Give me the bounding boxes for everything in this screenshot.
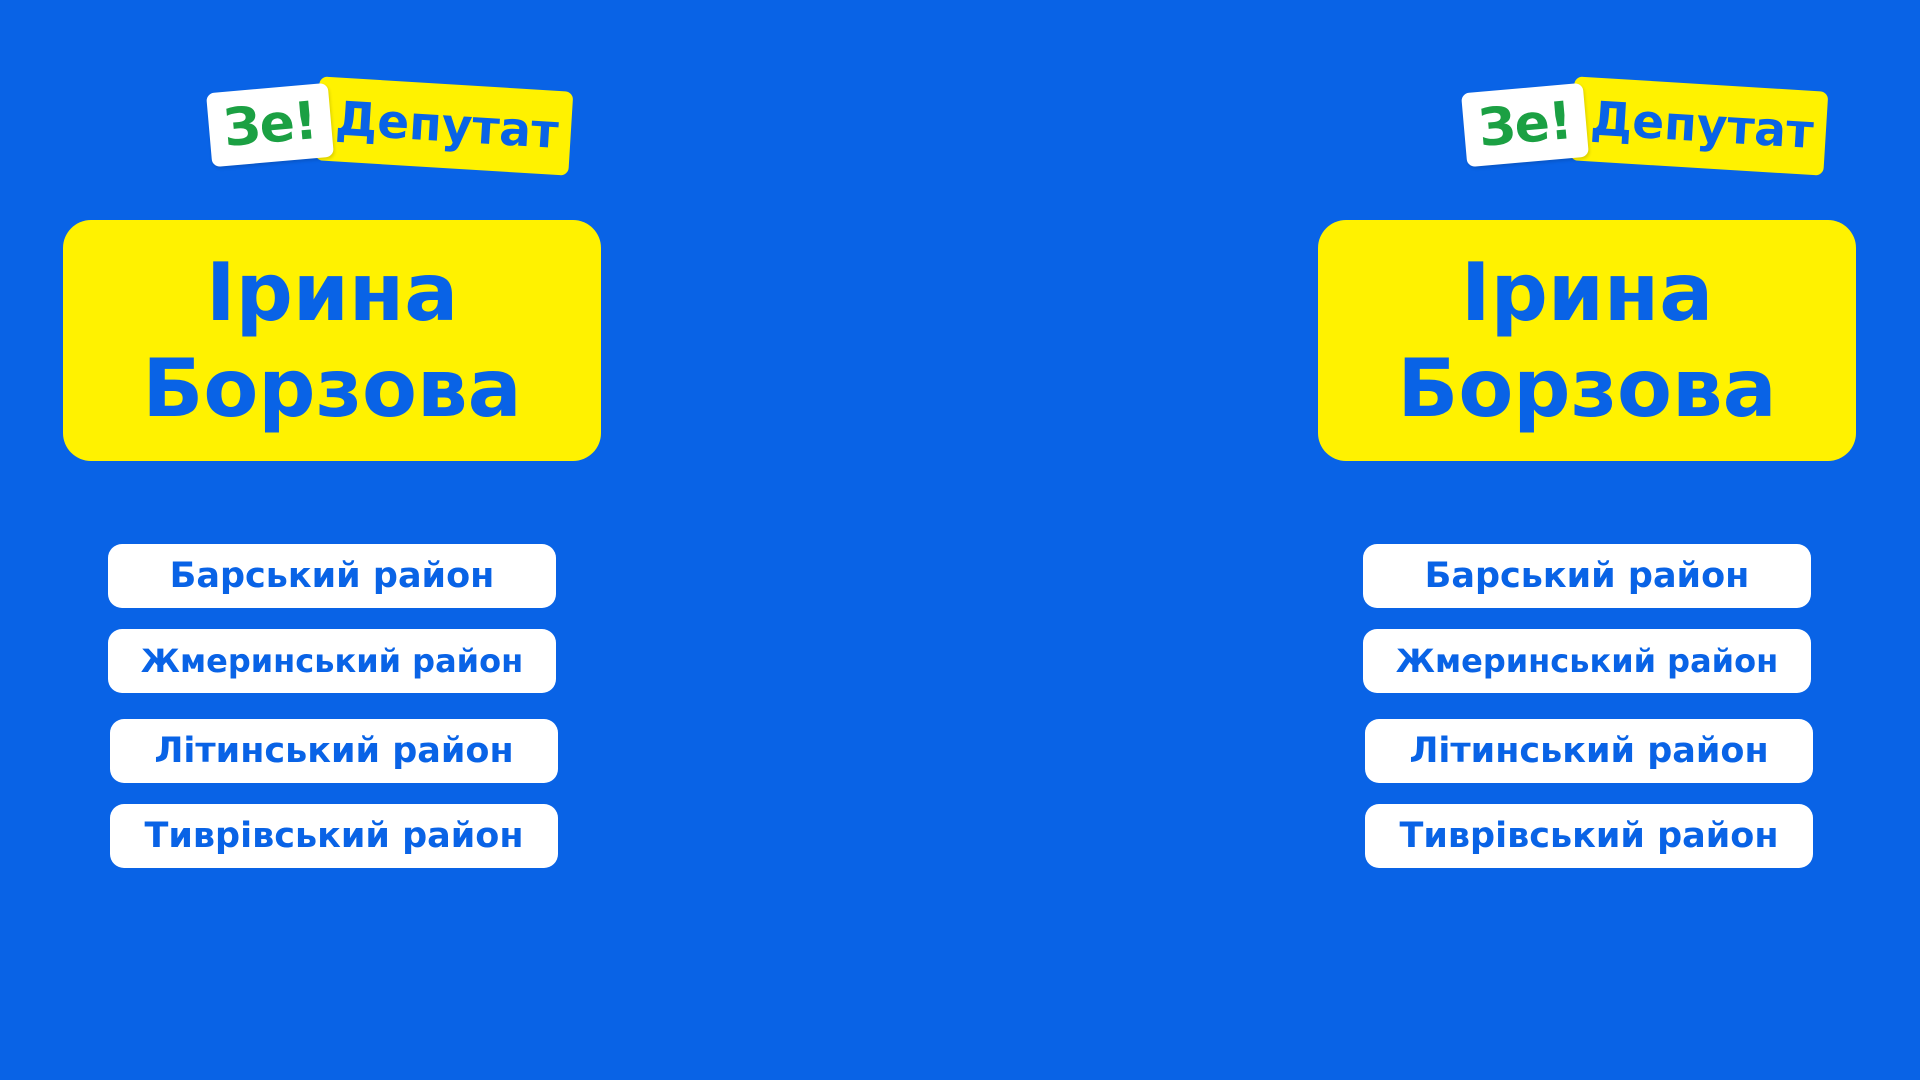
district-label-tyvriv: Тиврівський район (110, 804, 558, 868)
district-label-tyvriv: Тиврівський район (1365, 804, 1813, 868)
ze-deputat-logo: Зе! Депутат (143, 76, 574, 182)
district-label-lityn: Літинський район (110, 719, 558, 783)
logo-ze-badge: Зе! (206, 82, 334, 168)
district-label-zhmerynka: Жмеринський район (108, 629, 556, 693)
district-label-bar: Барський район (1363, 544, 1811, 608)
left-panel: Зе! Депутат Ірина Борзова Барський район… (63, 0, 603, 1080)
ze-deputat-logo: Зе! Депутат (1398, 76, 1829, 182)
candidate-last-name: Борзова (142, 341, 522, 435)
candidate-name-card: Ірина Борзова (63, 220, 601, 461)
logo-ze-badge: Зе! (1461, 82, 1589, 168)
candidate-first-name: Ірина (205, 245, 459, 339)
right-panel: Зе! Депутат Ірина Борзова Барський район… (1318, 0, 1858, 1080)
district-label-zhmerynka: Жмеринський район (1363, 629, 1811, 693)
candidate-name-card: Ірина Борзова (1318, 220, 1856, 461)
logo-deputat-badge: Депутат (1569, 76, 1829, 176)
candidate-last-name: Борзова (1397, 341, 1777, 435)
district-label-lityn: Літинський район (1365, 719, 1813, 783)
logo-deputat-badge: Депутат (314, 76, 574, 176)
candidate-first-name: Ірина (1460, 245, 1714, 339)
district-label-bar: Барський район (108, 544, 556, 608)
